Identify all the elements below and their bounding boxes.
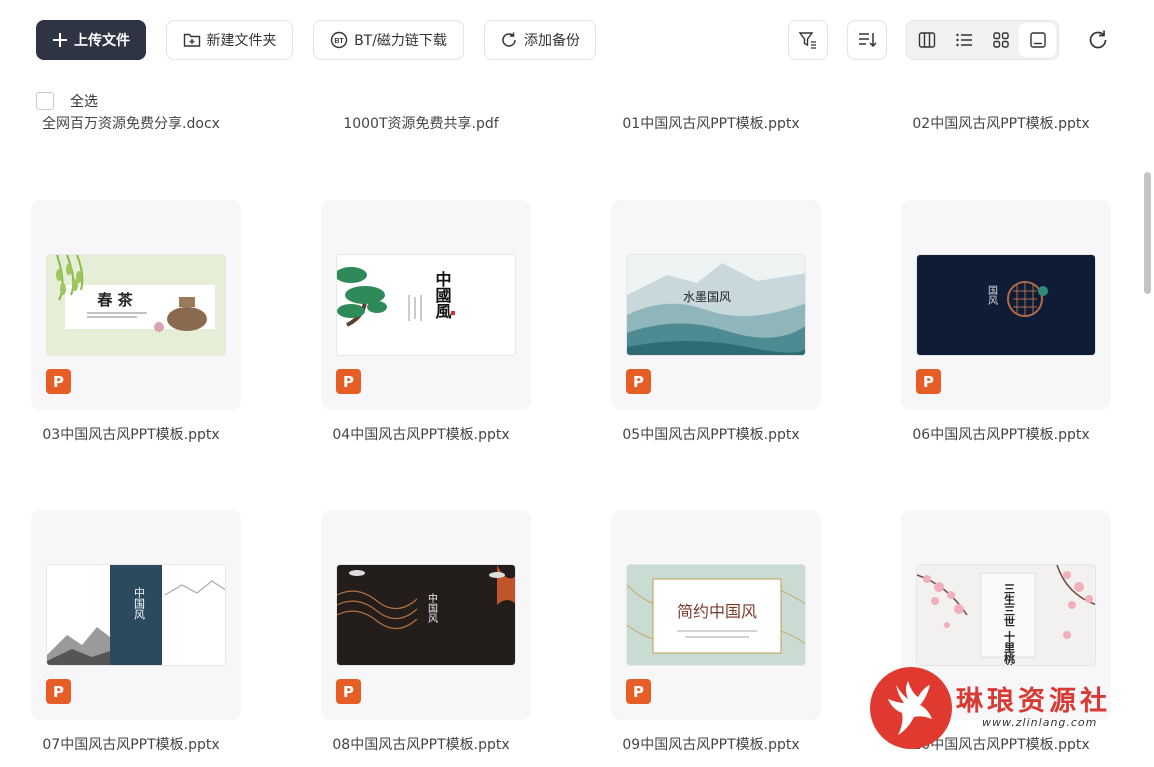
file-thumbnail: 三生三世 十里桃花: [916, 564, 1096, 666]
file-name[interactable]: 06中国风古风PPT模板.pptx: [896, 424, 1106, 444]
select-all[interactable]: 全选: [36, 91, 98, 111]
thumbnail-title: 中国风: [426, 592, 438, 624]
thumbnail-title: 春 茶: [97, 291, 133, 309]
filter-button[interactable]: [788, 20, 828, 60]
view-list-button[interactable]: [946, 23, 983, 57]
thumbnail-title: 中國風: [433, 270, 452, 320]
file-name[interactable]: 09中国风古风PPT模板.pptx: [606, 734, 816, 754]
file-thumbnail: 中国风: [336, 564, 516, 666]
select-all-checkbox[interactable]: [36, 92, 54, 110]
file-thumbnail: 中国风: [46, 564, 226, 666]
columns-icon: [919, 32, 936, 48]
file-card[interactable]: 中国风 P: [31, 510, 241, 720]
file-thumbnail: 简约中国风: [626, 564, 806, 666]
file-name[interactable]: 07中国风古风PPT模板.pptx: [26, 734, 236, 754]
select-all-label: 全选: [70, 94, 98, 110]
pptx-file-icon: P: [336, 679, 361, 704]
pptx-file-icon: P: [336, 369, 361, 394]
sort-icon: [859, 33, 877, 48]
thumbnail-title: 水墨国风: [683, 290, 731, 304]
refresh-icon: [1089, 30, 1107, 49]
file-thumbnail: 水墨国风: [626, 254, 806, 356]
sync-icon: [502, 32, 516, 47]
grid-icon: [993, 32, 1009, 48]
folder-plus-icon: [183, 33, 200, 47]
sort-button[interactable]: [847, 20, 887, 60]
pptx-file-icon: P: [626, 369, 651, 394]
file-thumbnail: 国风: [916, 254, 1096, 356]
file-card[interactable]: 中国风 P: [321, 510, 531, 720]
file-card[interactable]: 春 茶 P: [31, 200, 241, 410]
add-backup-button[interactable]: 添加备份: [484, 20, 596, 60]
pptx-file-icon: P: [626, 679, 651, 704]
bt-download-button[interactable]: BT BT/磁力链下载: [313, 20, 464, 60]
view-columns-button[interactable]: [909, 23, 946, 57]
toolbar: 上传文件 新建文件夹 BT BT/磁力链下载 添加备份: [0, 0, 1154, 80]
file-name[interactable]: 05中国风古风PPT模板.pptx: [606, 424, 816, 444]
list-icon: [956, 33, 973, 47]
view-grid-button[interactable]: [983, 23, 1020, 57]
file-name[interactable]: 08中国风古风PPT模板.pptx: [316, 734, 526, 754]
pptx-file-icon: P: [46, 679, 71, 704]
pptx-file-icon: P: [46, 369, 71, 394]
pptx-file-icon: P: [916, 369, 941, 394]
file-card[interactable]: 简约中国风 P: [611, 510, 821, 720]
thumbnail-title: 简约中国风: [677, 602, 757, 621]
watermark-url: www.zlinlang.com: [982, 716, 1098, 729]
file-name[interactable]: 03中国风古风PPT模板.pptx: [26, 424, 236, 444]
file-card[interactable]: 水墨国风 P: [611, 200, 821, 410]
bt-icon: BT: [330, 31, 348, 49]
thumbnail-title: 中国风: [133, 587, 146, 620]
scrollbar-thumb[interactable]: [1144, 172, 1151, 294]
add-backup-label: 添加备份: [524, 33, 580, 49]
refresh-button[interactable]: [1086, 28, 1110, 52]
file-name[interactable]: 04中国风古风PPT模板.pptx: [316, 424, 526, 444]
watermark: 琳琅资源社 www.zlinlang.com: [868, 665, 1138, 755]
thumbnail-title: 国风: [986, 285, 998, 306]
deer-logo-icon: [870, 667, 952, 749]
file-name[interactable]: 01中国风古风PPT模板.pptx: [606, 113, 816, 135]
file-thumbnail: 春 茶: [46, 254, 226, 356]
file-thumbnail: 中國風: [336, 254, 516, 356]
new-folder-label: 新建文件夹: [206, 33, 277, 49]
thumbnail-title: 三生三世 十里桃花: [1003, 583, 1016, 666]
watermark-name: 琳琅资源社: [956, 686, 1111, 717]
file-name[interactable]: 02中国风古风PPT模板.pptx: [896, 113, 1106, 135]
filter-icon: [798, 32, 816, 49]
svg-text:BT: BT: [334, 38, 344, 45]
plus-icon: [53, 33, 67, 47]
thumbnail-icon: [1029, 32, 1046, 48]
upload-button-label: 上传文件: [74, 33, 130, 49]
file-card[interactable]: 国风 P: [901, 200, 1111, 410]
new-folder-button[interactable]: 新建文件夹: [166, 20, 293, 60]
file-card[interactable]: 中國風 P: [321, 200, 531, 410]
bt-download-label: BT/磁力链下载: [354, 33, 447, 49]
view-thumbnail-button[interactable]: [1019, 23, 1056, 57]
file-name[interactable]: 1000T资源免费共享.pdf: [316, 113, 526, 135]
file-name[interactable]: 全网百万资源免费分享.docx: [26, 113, 236, 135]
upload-button[interactable]: 上传文件: [36, 20, 146, 60]
view-mode-switcher: [906, 20, 1059, 60]
